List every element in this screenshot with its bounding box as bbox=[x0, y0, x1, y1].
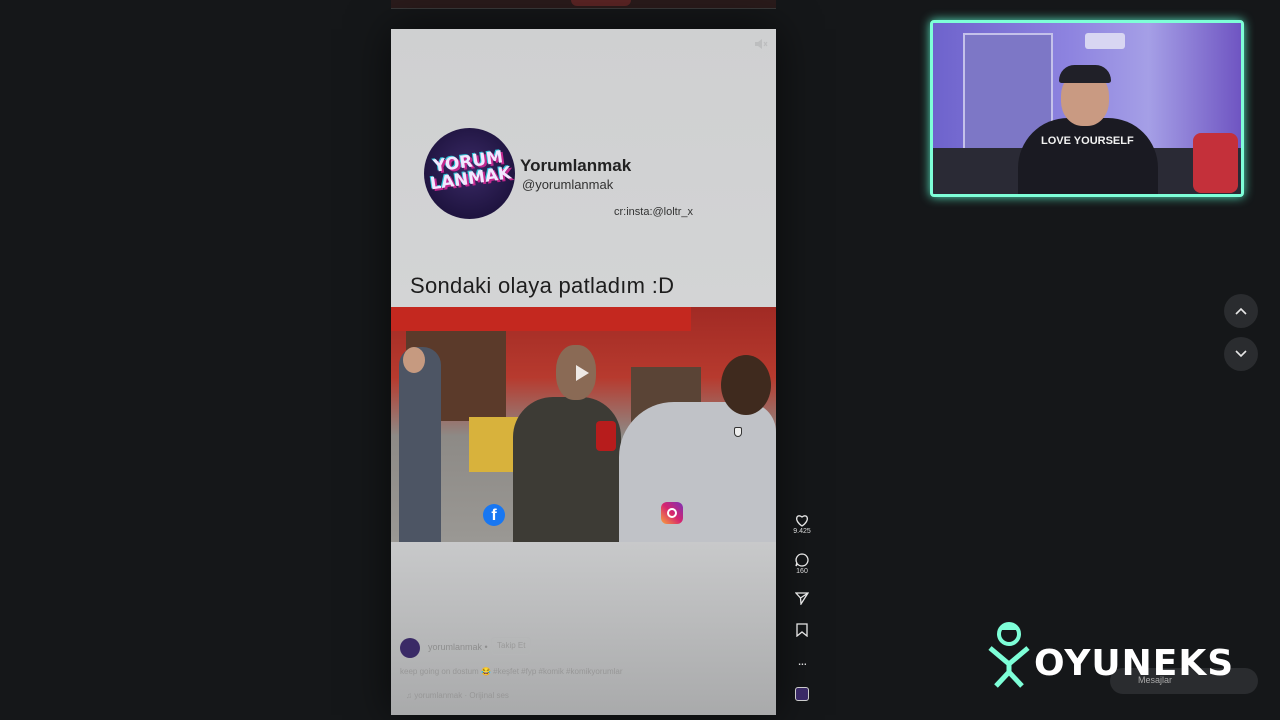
video-person-left bbox=[399, 347, 441, 542]
share-action[interactable] bbox=[788, 592, 816, 605]
save-action[interactable] bbox=[788, 623, 816, 637]
reel-post[interactable]: YORUM LANMAK Yorumlanmak @yorumlanmak cr… bbox=[391, 29, 776, 715]
video-person-center bbox=[513, 397, 621, 542]
channel-logo-text: YORUM LANMAK bbox=[428, 147, 513, 195]
post-username[interactable]: yorumlanmak • bbox=[428, 642, 488, 652]
microphone bbox=[596, 421, 616, 451]
comment-icon[interactable] bbox=[795, 553, 809, 567]
mouse-cursor-icon bbox=[734, 427, 742, 437]
more-options-icon[interactable]: ... bbox=[788, 653, 816, 667]
webcam-streamer-cap bbox=[1059, 65, 1111, 83]
mute-icon[interactable] bbox=[754, 38, 768, 50]
comment-action[interactable]: 160 bbox=[788, 553, 816, 575]
previous-reel-button[interactable] bbox=[1224, 294, 1258, 328]
post-audio[interactable]: ♫ yorumlanmak · Orijinal ses bbox=[406, 691, 509, 700]
heart-icon[interactable] bbox=[795, 514, 809, 527]
webcam-air-conditioner bbox=[1085, 33, 1125, 49]
previous-reel-edge bbox=[391, 0, 776, 9]
video-person-right bbox=[619, 402, 776, 542]
webcam-shirt-text: LOVE YOURSELF bbox=[1041, 135, 1134, 147]
play-icon[interactable] bbox=[576, 365, 589, 381]
post-caption: keep going on dostum 😂 #keşfet #fyp #kom… bbox=[400, 667, 623, 676]
webcam-chair bbox=[1193, 133, 1238, 193]
chevron-up-icon bbox=[1235, 307, 1247, 315]
channel-name: Yorumlanmak bbox=[520, 156, 632, 175]
reel-footer: yorumlanmak • Takip Et keep going on dos… bbox=[391, 542, 776, 715]
webcam-streamer bbox=[1018, 118, 1158, 194]
like-action[interactable]: 9.425 bbox=[788, 514, 816, 535]
oyuneks-logo-icon bbox=[988, 622, 1030, 688]
next-reel-button[interactable] bbox=[1224, 337, 1258, 371]
facebook-icon: f bbox=[483, 504, 505, 526]
follow-button[interactable]: Takip Et bbox=[491, 637, 532, 655]
reel-header: YORUM LANMAK Yorumlanmak @yorumlanmak cr… bbox=[391, 29, 776, 307]
share-icon[interactable] bbox=[795, 592, 809, 605]
music-note-icon: ♫ bbox=[406, 691, 412, 700]
webcam-overlay: LOVE YOURSELF bbox=[930, 20, 1244, 197]
chevron-down-icon bbox=[1235, 350, 1247, 358]
instagram-icon bbox=[661, 502, 683, 524]
credit-text: cr:insta:@loltr_x bbox=[614, 206, 694, 218]
oyuneks-watermark: OYUNEKS bbox=[1034, 643, 1235, 684]
like-count: 9.425 bbox=[793, 528, 811, 535]
channel-handle: @yorumlanmak bbox=[522, 177, 614, 192]
channel-logo: YORUM LANMAK bbox=[424, 128, 515, 219]
video-person-left-head bbox=[403, 347, 425, 373]
bookmark-icon[interactable] bbox=[796, 623, 808, 637]
comment-count: 160 bbox=[796, 568, 808, 575]
reel-caption-title: Sondaki olaya patladım :D bbox=[410, 273, 675, 298]
post-avatar[interactable] bbox=[400, 638, 420, 658]
video-player[interactable]: f bbox=[391, 307, 776, 542]
audio-thumbnail[interactable] bbox=[795, 687, 809, 701]
video-person-right-head bbox=[721, 355, 771, 415]
video-awning bbox=[391, 307, 691, 331]
